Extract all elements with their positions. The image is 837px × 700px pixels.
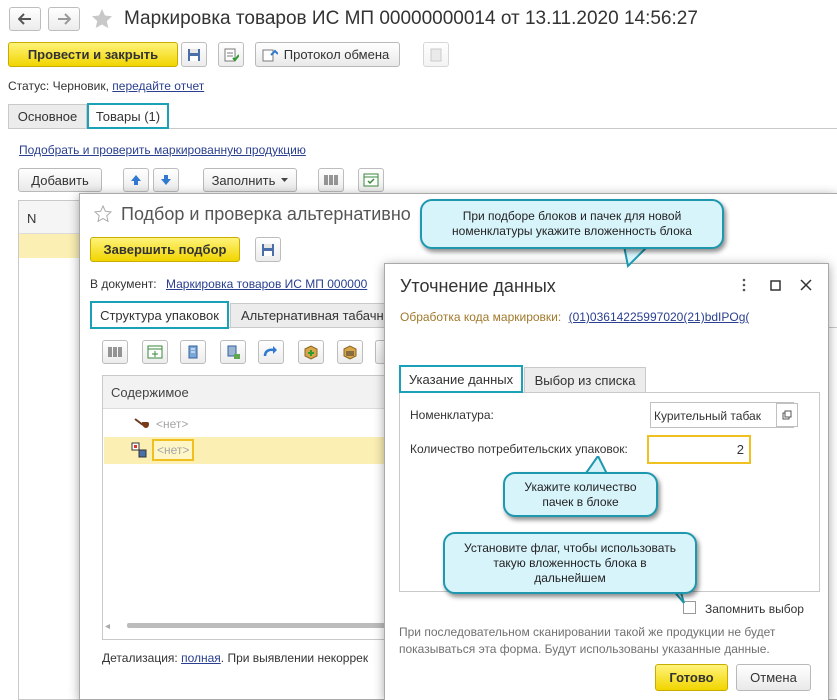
scroll-left-icon <box>105 624 110 629</box>
callout-pack-count-hint: Укажите количество пачек в блоке <box>503 472 658 517</box>
package-structure-icon <box>131 442 147 458</box>
submit-report-link[interactable]: передайте отчет <box>112 79 204 93</box>
tab-main[interactable]: Основное <box>8 104 87 129</box>
target-document-line: В документ: Маркировка товаров ИС МП 000… <box>90 277 367 291</box>
add-package-button[interactable] <box>298 340 324 364</box>
box-add-icon <box>304 345 318 360</box>
detail-label: Детализация: <box>102 651 178 665</box>
goods-table-row[interactable] <box>19 234 80 258</box>
remember-choice-label: Запомнить выбор <box>705 602 804 616</box>
floppy-icon <box>262 243 274 256</box>
attach-button[interactable] <box>423 42 449 67</box>
move-up-button[interactable] <box>123 168 149 192</box>
callout-1-pointer <box>622 246 652 268</box>
open-nomenclature-button[interactable] <box>776 403 798 427</box>
tab-goods[interactable]: Товары (1) <box>87 103 169 129</box>
code-label: Обработка кода маркировки: <box>400 310 562 324</box>
tab-package-structure[interactable]: Структура упаковок <box>90 301 229 329</box>
target-document-link[interactable]: Маркировка товаров ИС МП 000000 <box>166 277 367 291</box>
finish-picking-button[interactable]: Завершить подбор <box>90 237 240 262</box>
detail-line: Детализация: полная. При выявлении некор… <box>102 651 368 665</box>
scan-barcode-button[interactable] <box>318 168 344 192</box>
tree-row-2-value[interactable]: <нет> <box>152 439 195 461</box>
add-button[interactable]: Добавить <box>18 168 102 192</box>
goods-table: N <box>18 200 80 700</box>
close-icon[interactable] <box>800 279 812 291</box>
package-count-field[interactable]: 2 <box>647 435 751 464</box>
tab-specify-data[interactable]: Указание данных <box>399 365 523 393</box>
table-add-icon <box>147 345 163 359</box>
document-post-icon <box>224 48 239 61</box>
data-terminal-icon <box>227 345 240 359</box>
status-line: Статус: Черновик, передайте отчет <box>8 79 204 93</box>
exchange-icon <box>262 49 278 62</box>
maximize-icon[interactable] <box>770 280 781 291</box>
forward-button[interactable] <box>48 7 80 31</box>
picker-save-button[interactable] <box>255 237 281 262</box>
package-barcode-button[interactable] <box>337 340 363 364</box>
callout-remember-hint: Установите флаг, чтобы использовать таку… <box>443 532 697 594</box>
box-barcode-icon <box>343 345 357 360</box>
status-value: Черновик, <box>52 79 109 93</box>
floppy-icon <box>188 48 200 61</box>
cancel-button[interactable]: Отмена <box>736 664 811 691</box>
package-tree-header: Содержимое <box>103 376 401 409</box>
curved-arrow-icon <box>263 346 277 357</box>
post-button[interactable] <box>218 42 244 67</box>
barcode-icon <box>324 175 338 185</box>
package-count-label: Количество потребительских упаковок: <box>410 442 628 456</box>
fill-button[interactable]: Заполнить <box>203 168 297 192</box>
tree-row-1-value: <нет> <box>156 417 189 431</box>
fill-label: Заполнить <box>211 172 276 188</box>
tree-row-selected[interactable] <box>104 437 401 464</box>
status-label: Статус: <box>8 79 50 93</box>
more-menu-icon[interactable] <box>742 278 746 292</box>
tobacco-pipe-icon <box>133 416 149 430</box>
goods-table-header: N <box>19 201 80 234</box>
redo-button[interactable] <box>258 340 284 364</box>
arrow-down-icon <box>161 175 171 185</box>
dropdown-arrow-icon <box>281 178 289 182</box>
code-line: Обработка кода маркировки: (01)036142259… <box>400 310 749 324</box>
detail-full-link[interactable]: полная <box>181 651 221 665</box>
scanner-icon <box>188 345 198 359</box>
package-tree: Содержимое <нет> <нет> <box>102 375 402 640</box>
exchange-protocol-button[interactable]: Протокол обмена <box>255 42 400 67</box>
pick-marked-products-link[interactable]: Подобрать и проверить маркированную прод… <box>19 143 306 157</box>
marking-code-link[interactable]: (01)03614225997020(21)bdIPOg( <box>569 310 750 324</box>
exchange-protocol-label: Протокол обмена <box>283 47 390 62</box>
picker-favorite-star-icon[interactable] <box>94 205 112 222</box>
arrow-right-icon <box>58 13 71 25</box>
arrow-left-icon <box>18 13 31 25</box>
arrow-up-icon <box>131 175 141 185</box>
table-check-icon <box>363 173 379 187</box>
page-title: Маркировка товаров ИС МП 00000000014 от … <box>124 8 698 29</box>
back-button[interactable] <box>9 7 41 31</box>
paperclip-icon <box>430 48 442 61</box>
callout-nesting-hint: При подборе блоков и пачек для новой ном… <box>420 199 724 249</box>
move-down-button[interactable] <box>153 168 179 192</box>
repeat-scan-note: При последовательном сканировании такой … <box>399 625 776 656</box>
scroll-thumb[interactable] <box>127 623 397 628</box>
target-document-label: В документ: <box>90 277 157 291</box>
detail-text: . При выявлении некоррек <box>220 651 369 665</box>
post-and-close-button[interactable]: Провести и закрыть <box>8 42 178 67</box>
terminal-button[interactable] <box>220 340 246 364</box>
scan-button[interactable] <box>102 340 128 364</box>
nomenclature-label: Номенклатура: <box>410 408 494 422</box>
favorite-star-icon[interactable] <box>91 8 113 29</box>
horizontal-scrollbar[interactable] <box>105 622 401 629</box>
add-row-button[interactable] <box>142 340 168 364</box>
save-button[interactable] <box>181 42 207 67</box>
picker-title: Подбор и проверка альтернативно <box>121 204 411 224</box>
dialog-title: Уточнение данных <box>400 276 556 296</box>
tab-select-from-list[interactable]: Выбор из списка <box>524 367 646 393</box>
nomenclature-field[interactable]: Курительный табак <box>650 402 794 428</box>
scanner-button[interactable] <box>180 340 206 364</box>
open-link-icon <box>782 410 792 420</box>
barcode-icon <box>108 347 122 357</box>
tab-alternative-tobacco[interactable]: Альтернативная табачна <box>230 303 391 328</box>
table-fill-button[interactable] <box>358 168 384 192</box>
done-button[interactable]: Готово <box>655 664 728 691</box>
